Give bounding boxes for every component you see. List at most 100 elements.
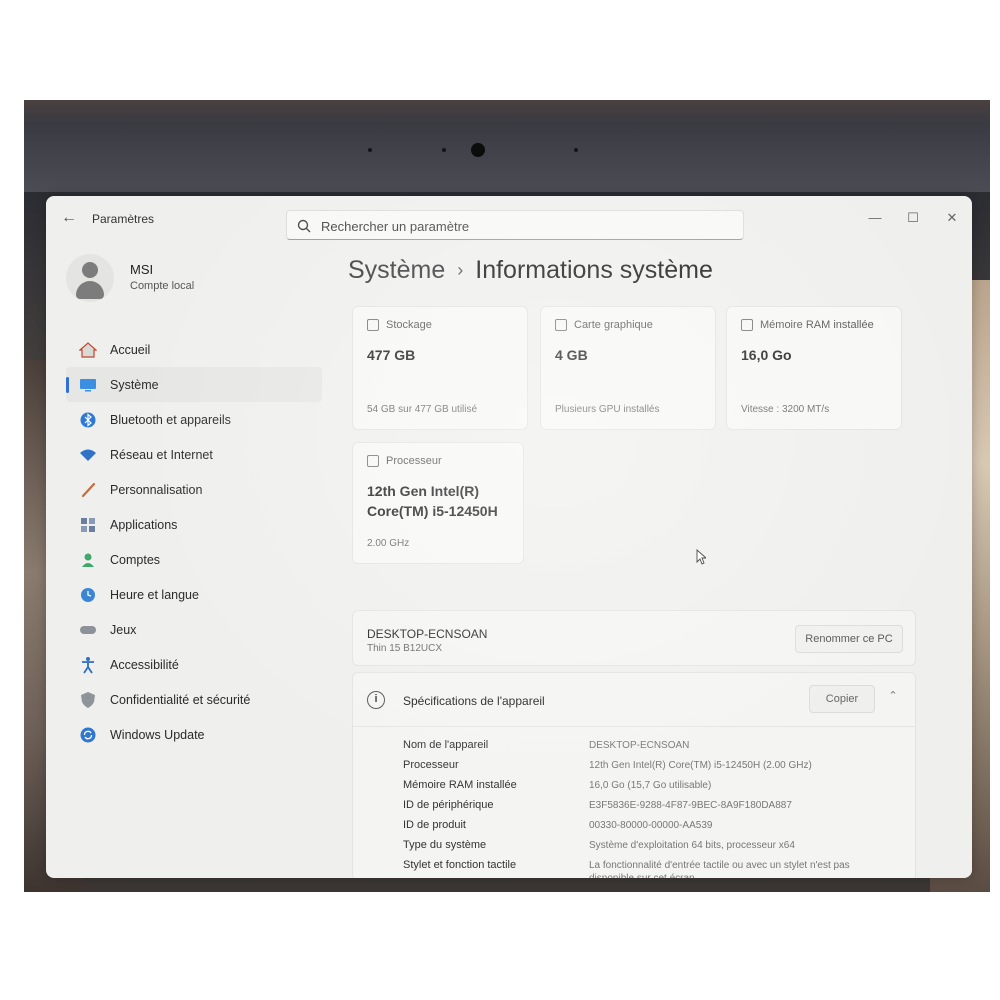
copy-button[interactable]: Copier	[809, 685, 875, 713]
sidebar-item-systeme[interactable]: Système	[66, 367, 322, 402]
sidebar-item-label: Accueil	[110, 342, 151, 357]
gpu-card[interactable]: Carte graphique 4 GB Plusieurs GPU insta…	[540, 306, 716, 430]
breadcrumb-parent[interactable]: Système	[348, 256, 445, 285]
sidebar-item-label: Accessibilité	[110, 657, 179, 672]
spec-row: Type du système Système d'exploitation 6…	[403, 839, 903, 859]
spec-value: 12th Gen Intel(R) Core(TM) i5-12450H (2.…	[589, 760, 812, 771]
search-input[interactable]: Rechercher un paramètre	[286, 210, 744, 240]
laptop-bezel	[24, 100, 990, 192]
back-button[interactable]: ←	[58, 208, 80, 228]
storage-card-header: Stockage	[367, 319, 432, 331]
system-icon	[78, 376, 98, 394]
ram-card[interactable]: Mémoire RAM installée 16,0 Go Vitesse : …	[726, 306, 902, 430]
processor-value-line2: Core(TM) i5-12450H	[367, 503, 498, 519]
webcam	[471, 143, 485, 157]
spec-label: Type du système	[403, 839, 487, 851]
processor-value: 12th Gen Intel(R) Core(TM) i5-12450H	[367, 481, 498, 521]
avatar-body	[76, 281, 104, 299]
sidebar-item-jeux[interactable]: Jeux	[66, 612, 322, 647]
accessibility-icon	[78, 656, 98, 674]
gpu-card-title: Carte graphique	[574, 319, 653, 331]
avatar-head	[82, 262, 98, 278]
chevron-right-icon: ›	[457, 260, 464, 280]
sidebar-item-comptes[interactable]: Comptes	[66, 542, 322, 577]
sidebar-item-confidentialite[interactable]: Confidentialité et sécurité	[66, 682, 322, 717]
sidebar-item-label: Personnalisation	[110, 482, 203, 497]
spec-value: Système d'exploitation 64 bits, processe…	[589, 840, 795, 851]
home-icon	[78, 341, 98, 359]
accounts-icon	[78, 551, 98, 569]
sidebar-item-personnalisation[interactable]: Personnalisation	[66, 472, 322, 507]
spec-row: Mémoire RAM installée 16,0 Go (15,7 Go u…	[403, 779, 903, 799]
title-bar: ← Paramètres Rechercher un paramètre — ☐…	[46, 196, 972, 240]
gpu-icon	[555, 319, 567, 331]
maximize-button[interactable]: ☐	[902, 210, 924, 226]
sidebar-item-label: Système	[110, 377, 159, 392]
device-name-row: DESKTOP-ECNSOAN Thin 15 B12UCX Renommer …	[352, 610, 916, 666]
bluetooth-icon	[78, 411, 98, 429]
processor-card-title: Processeur	[386, 455, 442, 467]
chevron-up-icon[interactable]: ⌃	[885, 689, 901, 705]
ram-icon	[741, 319, 753, 331]
processor-frequency: 2.00 GHz	[367, 538, 410, 549]
sidebar-item-windows-update[interactable]: Windows Update	[66, 717, 322, 752]
ram-value: 16,0 Go	[741, 347, 792, 363]
spec-label: Stylet et fonction tactile	[403, 859, 517, 871]
settings-window: ← Paramètres Rechercher un paramètre — ☐…	[46, 196, 972, 878]
spec-row: Nom de l'appareil DESKTOP-ECNSOAN	[403, 739, 903, 759]
clock-globe-icon	[78, 586, 98, 604]
sensor-dot	[442, 148, 446, 152]
sidebar-item-label: Comptes	[110, 552, 161, 567]
storage-card-title: Stockage	[386, 319, 432, 331]
breadcrumb: Système › Informations système	[348, 256, 713, 285]
info-icon: i	[367, 691, 385, 709]
gpu-card-header: Carte graphique	[555, 319, 653, 331]
sidebar-item-label: Bluetooth et appareils	[110, 412, 231, 427]
device-model: Thin 15 B12UCX	[367, 643, 443, 654]
search-placeholder: Rechercher un paramètre	[321, 219, 470, 234]
ram-card-title: Mémoire RAM installée	[760, 319, 874, 331]
device-specs-title: Spécifications de l'appareil	[403, 694, 545, 708]
spec-row: ID de produit 00330-80000-00000-AA539	[403, 819, 903, 839]
page-title: Informations système	[475, 256, 713, 284]
sidebar-item-accessibilite[interactable]: Accessibilité	[66, 647, 322, 682]
avatar	[66, 254, 114, 302]
sidebar-item-accueil[interactable]: Accueil	[66, 332, 322, 367]
spec-value: 16,0 Go (15,7 Go utilisable)	[589, 780, 712, 791]
processor-card[interactable]: Processeur 12th Gen Intel(R) Core(TM) i5…	[352, 442, 524, 564]
spec-value: DESKTOP-ECNSOAN	[589, 740, 690, 751]
sidebar-item-label: Applications	[110, 517, 178, 532]
spec-label: ID de périphérique	[403, 799, 494, 811]
sidebar-item-bluetooth[interactable]: Bluetooth et appareils	[66, 402, 322, 437]
user-profile[interactable]: MSI Compte local	[66, 254, 306, 304]
storage-usage: 54 GB sur 477 GB utilisé	[367, 404, 478, 415]
spec-label: Mémoire RAM installée	[403, 779, 517, 791]
spec-value: 00330-80000-00000-AA539	[589, 820, 713, 831]
sidebar-item-reseau[interactable]: Réseau et Internet	[66, 437, 322, 472]
profile-name: MSI	[130, 262, 154, 277]
rename-pc-button[interactable]: Renommer ce PC	[795, 625, 903, 653]
device-specs-panel: i Spécifications de l'appareil Copier ⌃ …	[352, 672, 916, 878]
gpu-detail: Plusieurs GPU installés	[555, 404, 660, 415]
sidebar-item-label: Windows Update	[110, 727, 205, 742]
sidebar-item-heure-langue[interactable]: Heure et langue	[66, 577, 322, 612]
storage-card[interactable]: Stockage 477 GB 54 GB sur 477 GB utilisé	[352, 306, 528, 430]
device-specs-header[interactable]: i Spécifications de l'appareil Copier ⌃	[353, 673, 915, 727]
arrow-left-icon: ←	[61, 209, 77, 226]
sensor-dot	[368, 148, 372, 152]
ram-card-header: Mémoire RAM installée	[741, 319, 874, 331]
sidebar-item-label: Confidentialité et sécurité	[110, 692, 251, 707]
wifi-icon	[78, 446, 98, 464]
close-button[interactable]: ✕	[941, 210, 963, 226]
spec-label: Processeur	[403, 759, 459, 771]
spec-value: E3F5836E-9288-4F87-9BEC-8A9F180DA887	[589, 800, 792, 811]
spec-row: Stylet et fonction tactile La fonctionna…	[403, 859, 903, 878]
spec-row: Processeur 12th Gen Intel(R) Core(TM) i5…	[403, 759, 903, 779]
processor-icon	[367, 455, 379, 467]
apps-icon	[78, 516, 98, 534]
storage-icon	[367, 319, 379, 331]
shield-icon	[78, 691, 98, 709]
minimize-button[interactable]: —	[864, 210, 886, 226]
sidebar-item-applications[interactable]: Applications	[66, 507, 322, 542]
update-icon	[78, 726, 98, 744]
